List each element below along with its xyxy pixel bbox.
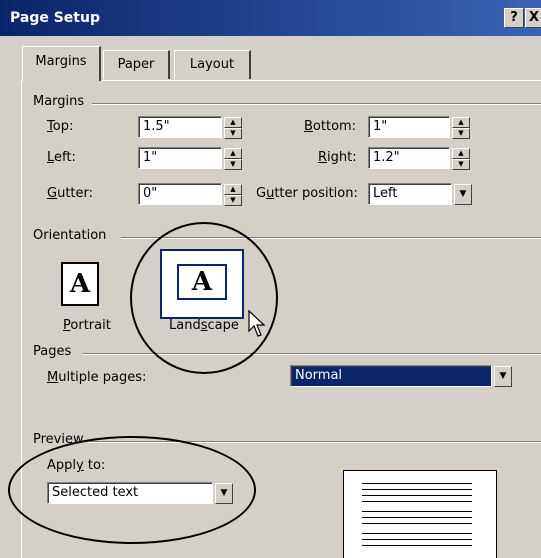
preview-group-label: Preview <box>33 432 88 447</box>
help-button[interactable]: ? <box>504 8 524 28</box>
spin-down-icon[interactable]: ▼ <box>224 128 242 139</box>
landscape-page-icon: A <box>177 264 227 300</box>
gutter-label: Gutter: <box>47 186 94 201</box>
spin-down-icon[interactable]: ▼ <box>224 159 242 170</box>
top-margin-label: Top: <box>47 119 74 134</box>
top-margin-spinner[interactable]: 1.5" ▲ ▼ <box>138 116 244 139</box>
pages-group-divider <box>83 353 541 355</box>
gutter-position-value[interactable]: Left <box>368 183 452 205</box>
bottom-margin-spinner[interactable]: 1" ▲ ▼ <box>368 116 472 139</box>
dropdown-arrow-icon[interactable]: ▼ <box>494 366 512 387</box>
gutter-input[interactable]: 0" <box>138 183 222 205</box>
close-button[interactable]: X <box>525 8 541 28</box>
apply-to-select[interactable]: Selected text ▼ <box>47 482 233 504</box>
spin-up-icon[interactable]: ▲ <box>452 117 470 128</box>
pages-group-label: Pages <box>33 344 76 359</box>
tab-layout[interactable]: Layout <box>174 50 251 79</box>
dropdown-arrow-icon[interactable]: ▼ <box>454 184 472 205</box>
right-margin-spinner[interactable]: 1.2" ▲ ▼ <box>368 147 472 170</box>
preview-group-divider <box>87 441 541 443</box>
bottom-margin-input[interactable]: 1" <box>368 116 450 138</box>
right-margin-input[interactable]: 1.2" <box>368 147 450 169</box>
left-margin-input[interactable]: 1" <box>138 147 222 169</box>
dialog-title: Page Setup <box>10 10 100 26</box>
tab-paper[interactable]: Paper <box>103 50 170 79</box>
margins-group-divider <box>92 103 541 105</box>
left-margin-spinner[interactable]: 1" ▲ ▼ <box>138 147 244 170</box>
multiple-pages-select[interactable]: Normal ▼ <box>290 365 512 387</box>
spin-up-icon[interactable]: ▲ <box>224 117 242 128</box>
landscape-button[interactable]: A <box>160 249 244 319</box>
left-margin-label: Left: <box>47 150 76 165</box>
portrait-page-icon: A <box>61 262 99 306</box>
page-setup-dialog: Page Setup ? X Margins Paper Layout Marg… <box>0 0 541 558</box>
tab-margins[interactable]: Margins <box>22 46 101 81</box>
top-margin-input[interactable]: 1.5" <box>138 116 222 138</box>
multiple-pages-value[interactable]: Normal <box>290 365 492 387</box>
portrait-label: Portrait <box>63 318 111 333</box>
spin-down-icon[interactable]: ▼ <box>452 159 470 170</box>
apply-to-value[interactable]: Selected text <box>47 482 213 504</box>
multiple-pages-label: Multiple pages: <box>47 370 147 385</box>
orientation-group-label: Orientation <box>33 228 111 243</box>
mouse-cursor-icon <box>248 309 266 337</box>
spin-down-icon[interactable]: ▼ <box>452 128 470 139</box>
landscape-label: Landscape <box>169 318 239 333</box>
dropdown-arrow-icon[interactable]: ▼ <box>215 483 233 504</box>
spin-up-icon[interactable]: ▲ <box>224 148 242 159</box>
page-preview-thumbnail <box>343 470 497 558</box>
spin-up-icon[interactable]: ▲ <box>224 184 242 195</box>
orientation-group-divider <box>121 237 541 239</box>
gutter-position-select[interactable]: Left ▼ <box>368 183 472 205</box>
margins-group-label: Margins <box>33 94 89 109</box>
right-margin-label: Right: <box>318 150 357 165</box>
portrait-button[interactable]: A <box>44 249 124 313</box>
gutter-spinner[interactable]: 0" ▲ ▼ <box>138 183 244 206</box>
apply-to-label: Apply to: <box>47 458 106 473</box>
spin-down-icon[interactable]: ▼ <box>224 195 242 206</box>
bottom-margin-label: Bottom: <box>304 119 357 134</box>
title-bar[interactable]: Page Setup ? X <box>0 0 541 36</box>
spin-up-icon[interactable]: ▲ <box>452 148 470 159</box>
gutter-position-label: Gutter position: <box>256 186 358 201</box>
